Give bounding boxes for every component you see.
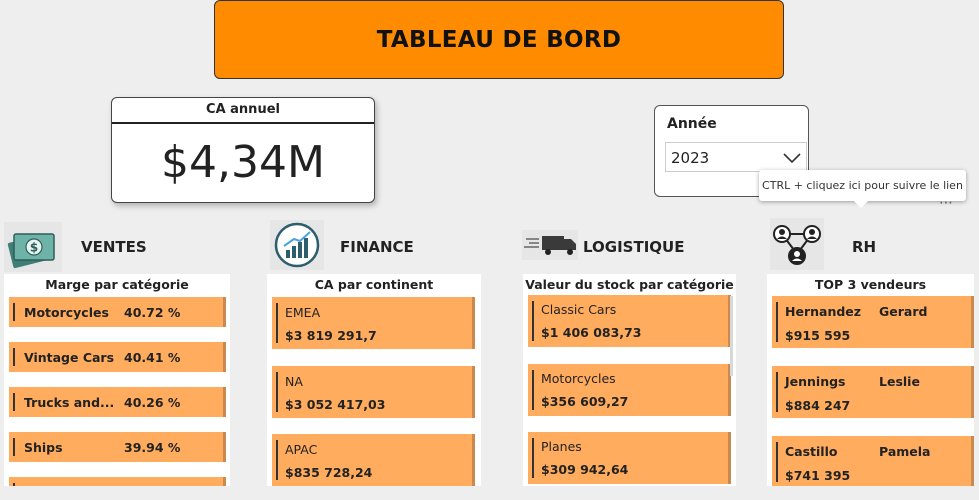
seller-first-name: Leslie — [879, 374, 920, 389]
item-value: $1 406 083,73 — [541, 325, 642, 340]
panel-title-finance: CA par continent — [314, 277, 434, 292]
item-value: $884 247 — [785, 398, 851, 413]
scrollbar[interactable] — [730, 296, 733, 376]
more-options-icon[interactable]: ⋯ — [935, 196, 957, 212]
tooltip-text: CTRL + cliquez ici pour suivre le lien — [762, 179, 963, 192]
panel-title-ventes: Marge par catégorie — [45, 277, 189, 292]
section-title-rh: RH — [852, 238, 877, 256]
kpi-card-annual-revenue[interactable]: CA annuel $4,34M — [111, 97, 375, 203]
seller-last-name: Castillo — [785, 444, 838, 459]
team-network-icon — [770, 218, 824, 270]
panel-rh: TOP 3 vendeurs Hernandez Gerard $915 595… — [767, 274, 974, 486]
item-value: 39.94 % — [124, 440, 181, 455]
list-item[interactable]: APAC $835 728,24 — [269, 434, 475, 486]
item-name: Vintage Cars — [24, 350, 115, 365]
seller-first-name: Pamela — [879, 444, 931, 459]
money-icon: $ — [4, 222, 62, 272]
item-name: Classic Cars — [541, 302, 617, 317]
item-value: $309 942,64 — [541, 462, 629, 477]
panel-finance: CA par continent EMEA $3 819 291,7 NA $3… — [267, 274, 481, 486]
item-name: Motorcycles — [541, 371, 616, 386]
section-title-ventes: VENTES — [81, 238, 147, 256]
year-dropdown[interactable]: 2023 — [665, 142, 807, 172]
item-name: Planes — [541, 439, 582, 454]
list-item[interactable]: EMEA $3 819 291,7 — [269, 297, 475, 349]
item-value: $3 819 291,7 — [285, 328, 377, 343]
slicer-title: Année — [667, 116, 717, 132]
kpi-label: CA annuel — [112, 98, 374, 124]
list-item[interactable]: NA $3 052 417,03 — [269, 366, 475, 418]
list-item[interactable]: Motorcycles 40.72 % — [6, 297, 226, 327]
section-title-finance: FINANCE — [340, 238, 414, 256]
item-name: EMEA — [285, 305, 321, 320]
dashboard-title-box: TABLEAU DE BORD — [214, 0, 784, 79]
item-name: NA — [285, 374, 303, 389]
list-item[interactable]: Vintage Cars 40.41 % — [6, 342, 226, 372]
item-name: Motorcycles — [24, 305, 109, 320]
tooltip-arrow — [853, 200, 869, 208]
panel-title-rh: TOP 3 vendeurs — [814, 277, 927, 292]
panel-title-logistique: Valeur du stock par catégorie — [525, 277, 734, 292]
item-value: 40.26 % — [124, 395, 181, 410]
list-item[interactable]: Classic Cars $1 406 083,73 — [525, 295, 731, 347]
item-value: 40.41 % — [124, 350, 181, 365]
page-title: TABLEAU DE BORD — [376, 26, 622, 53]
item-value: $3 052 417,03 — [285, 397, 386, 412]
list-item[interactable]: Trucks and... 40.26 % — [6, 387, 226, 417]
seller-last-name: Hernandez — [785, 304, 862, 319]
item-name: Ships — [24, 440, 63, 455]
delivery-truck-icon — [522, 230, 578, 260]
list-item-partial[interactable] — [6, 477, 226, 486]
list-item[interactable]: Ships 39.94 % — [6, 432, 226, 462]
item-name: APAC — [285, 442, 318, 457]
kpi-value: $4,34M — [161, 137, 325, 188]
list-item[interactable]: Motorcycles $356 609,27 — [525, 364, 731, 416]
item-name: Trucks and... — [24, 395, 115, 410]
seller-first-name: Gerard — [879, 304, 928, 319]
panel-logistique: Valeur du stock par catégorie Classic Ca… — [523, 274, 736, 486]
svg-text:$: $ — [30, 241, 38, 255]
panel-ventes: Marge par catégorie Motorcycles 40.72 % … — [4, 274, 230, 486]
list-item[interactable]: Planes $309 942,64 — [525, 432, 731, 484]
item-value: $741 395 — [785, 468, 851, 483]
item-value: $835 728,24 — [285, 465, 373, 480]
year-dropdown-value: 2023 — [671, 149, 710, 167]
list-item[interactable]: Jennings Leslie $884 247 — [769, 366, 974, 418]
chevron-down-icon[interactable] — [782, 151, 802, 165]
item-value: $915 595 — [785, 328, 851, 343]
list-item[interactable]: Hernandez Gerard $915 595 — [769, 296, 974, 348]
list-item[interactable]: Castillo Pamela $741 395 — [769, 436, 974, 486]
growth-chart-icon — [270, 220, 324, 270]
section-title-logistique: LOGISTIQUE — [583, 238, 685, 256]
item-value: 40.72 % — [124, 305, 181, 320]
seller-last-name: Jennings — [785, 374, 846, 389]
item-value: $356 609,27 — [541, 394, 629, 409]
